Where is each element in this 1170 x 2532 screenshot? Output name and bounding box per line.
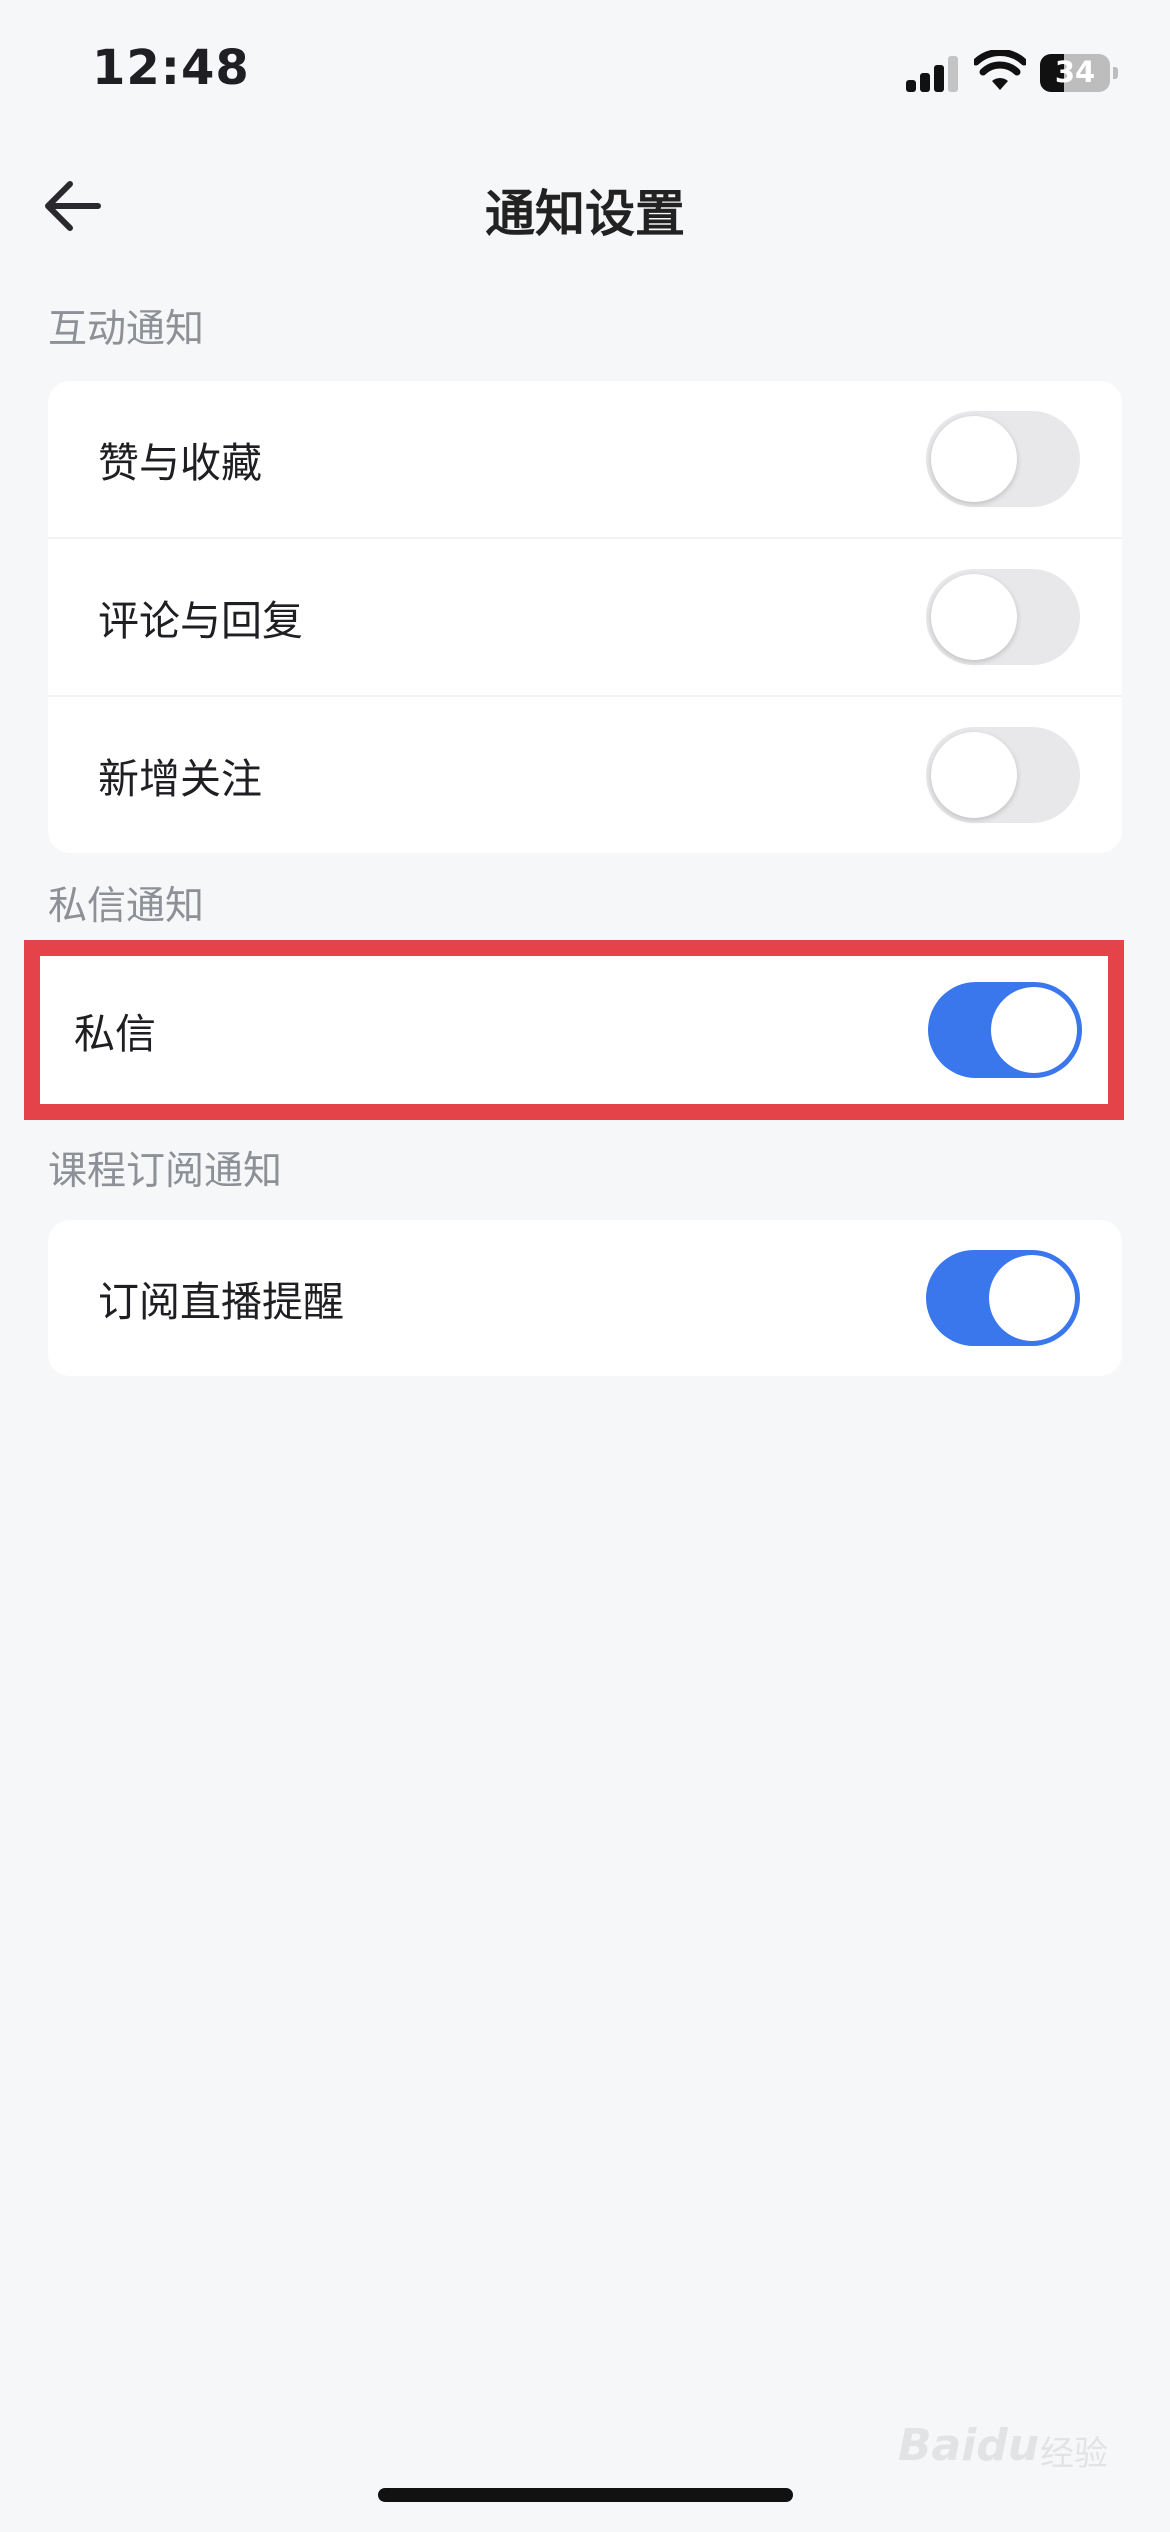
wifi-icon xyxy=(974,50,1026,90)
baidu-watermark: Baidu 经验 xyxy=(898,2412,1110,2482)
interaction-settings-card: 赞与收藏 评论与回复 新增关注 xyxy=(48,381,1122,853)
status-time: 12:48 xyxy=(92,40,250,96)
toggle-knob xyxy=(991,987,1077,1073)
highlight-annotation-box: 私信 xyxy=(24,940,1124,1120)
setting-label: 私信 xyxy=(74,1010,156,1058)
nav-bar: 通知设置 xyxy=(0,150,1170,265)
watermark-brand: Baidu xyxy=(898,2420,1040,2471)
toggle-knob xyxy=(931,416,1017,502)
battery-level: 34 xyxy=(1054,55,1096,89)
private-message-toggle[interactable] xyxy=(928,982,1082,1078)
status-bar: 12:48 34 xyxy=(0,0,1170,150)
course-subscription-card: 订阅直播提醒 xyxy=(48,1220,1122,1376)
setting-label: 评论与回复 xyxy=(98,597,303,645)
setting-row-live-reminder: 订阅直播提醒 xyxy=(48,1220,1122,1376)
setting-label: 赞与收藏 xyxy=(98,439,262,487)
toggle-knob xyxy=(989,1255,1075,1341)
setting-row-new-followers: 新增关注 xyxy=(48,695,1122,853)
cellular-signal-icon xyxy=(906,56,960,92)
live-reminder-toggle[interactable] xyxy=(926,1250,1080,1346)
section-label-private-message: 私信通知 xyxy=(48,884,205,929)
section-label-course-subscription: 课程订阅通知 xyxy=(48,1149,283,1194)
toggle-knob xyxy=(931,732,1017,818)
new-followers-toggle[interactable] xyxy=(926,727,1080,823)
setting-row-likes-favorites: 赞与收藏 xyxy=(48,381,1122,537)
setting-label: 新增关注 xyxy=(98,755,262,803)
comments-replies-toggle[interactable] xyxy=(926,569,1080,665)
likes-favorites-toggle[interactable] xyxy=(926,411,1080,507)
setting-row-private-message: 私信 xyxy=(40,956,1108,1104)
setting-label: 订阅直播提醒 xyxy=(98,1278,344,1326)
setting-row-comments-replies: 评论与回复 xyxy=(48,537,1122,695)
section-label-interaction: 互动通知 xyxy=(48,307,205,352)
toggle-knob xyxy=(931,574,1017,660)
home-indicator[interactable] xyxy=(378,2488,793,2502)
page-title: 通知设置 xyxy=(485,185,685,243)
battery-icon: 34 xyxy=(1040,54,1118,92)
watermark-suffix: 经验 xyxy=(1040,2434,1108,2474)
